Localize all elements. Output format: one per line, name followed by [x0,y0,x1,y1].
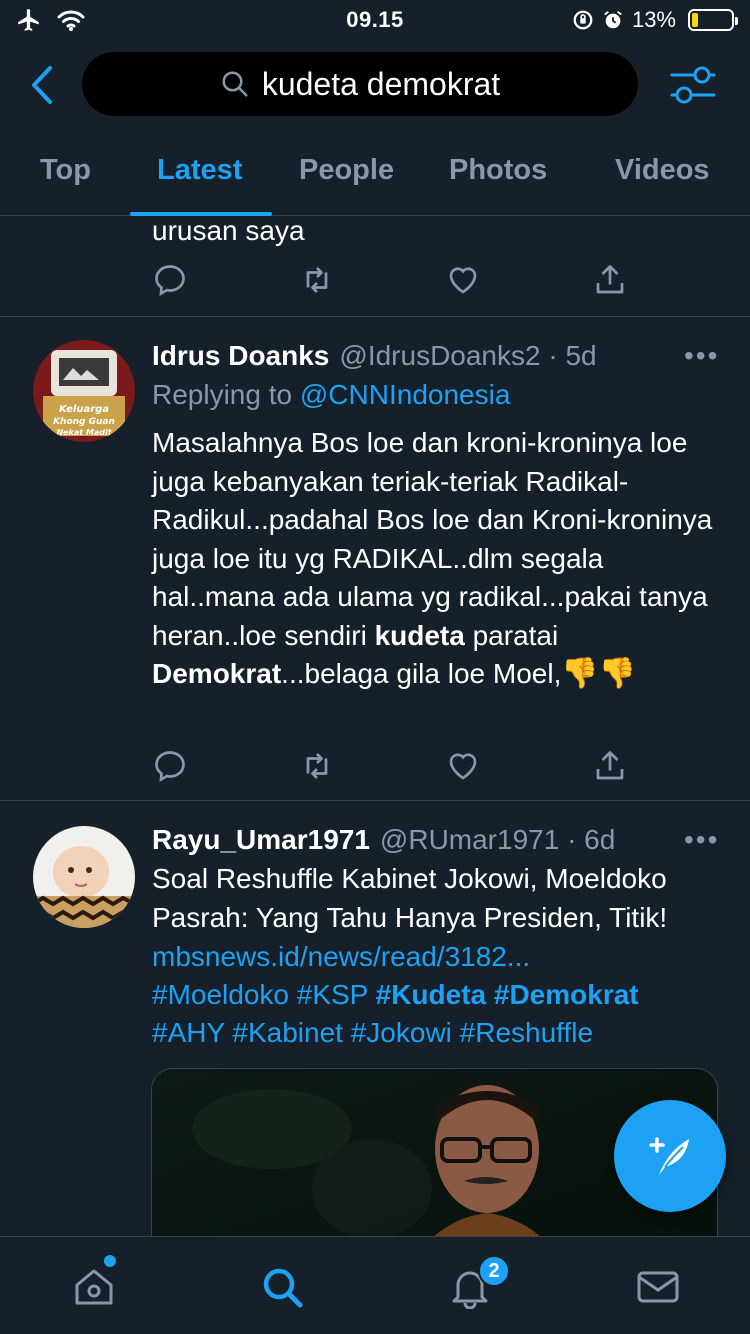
avatar-image [33,826,135,928]
replying-to: Replying to @CNNIndonesia [152,376,510,415]
tweet-header: Rayu_Umar1971 @RUmar1971 · 6d [152,824,615,856]
status-time: 09.15 [346,7,404,32]
home-icon[interactable] [72,1265,116,1309]
svg-text:Keluarga: Keluarga [59,404,109,415]
tweet-feed[interactable]: urusan saya Keluarga Khong Guan Nekat Ma… [0,216,750,1236]
tweet-text-part: Masalahnya Bos loe dan kroni-kroninya lo… [152,427,713,651]
svg-text:Khong Guan: Khong Guan [53,417,115,427]
tweet-text-part: paratai [464,619,559,651]
hashtag-group-bold[interactable]: #Kudeta #Demokrat [376,979,639,1010]
tweet-text: Masalahnya Bos loe dan kroni-kroninya lo… [152,424,720,694]
retweet-icon[interactable] [299,262,335,298]
back-arrow-icon[interactable] [22,62,62,108]
tab-photos[interactable]: Photos [449,154,547,187]
share-icon[interactable] [592,262,628,298]
search-tabs: Top Latest People Photos Videos [0,134,750,216]
handle-and-time: @RUmar1971 · 6d [379,824,616,855]
replying-to-link[interactable]: @CNNIndonesia [300,379,511,410]
reply-icon[interactable] [152,262,188,298]
home-new-indicator [104,1255,116,1267]
like-icon[interactable] [445,262,481,298]
more-options-icon[interactable]: ••• [684,340,719,372]
tweet-header: Idrus Doanks @IdrusDoanks2 · 5d [152,340,597,372]
search-input[interactable]: kudeta demokrat [82,52,638,116]
hashtags-line-2[interactable]: #AHY #Kabinet #Jokowi #Reshuffle [152,1014,593,1053]
hashtags-line-1: #Moeldoko #KSP #Kudeta #Demokrat [152,976,639,1015]
avatar[interactable]: Keluarga Khong Guan Nekat Madit [33,340,135,442]
avatar-image: Keluarga Khong Guan Nekat Madit [33,340,135,442]
handle-and-time: @IdrusDoanks2 · 5d [339,340,597,371]
display-name[interactable]: Idrus Doanks [152,340,329,372]
search-nav-icon[interactable] [260,1265,304,1309]
tweet-text: Soal Reshuffle Kabinet Jokowi, Moeldoko … [152,863,668,933]
highlight-keyword: kudeta [374,619,465,651]
status-bar: 09.15 13% [0,0,750,40]
tweet-text: urusan saya [152,216,305,246]
compose-feather-icon [649,1137,689,1175]
tab-videos[interactable]: Videos [615,154,710,187]
replying-to-label: Replying to [152,379,300,410]
tab-top[interactable]: Top [40,154,91,187]
search-query: kudeta demokrat [261,65,501,102]
battery-icon [688,9,738,31]
reply-icon[interactable] [152,748,188,784]
tweet-link[interactable]: mbsnews.id/news/read/3182... [152,938,530,977]
tweet-text-part: ...belaga gila loe Moel, [281,658,562,689]
svg-text:Nekat Madit: Nekat Madit [56,428,112,437]
messages-mail-icon[interactable] [636,1265,680,1309]
thumbs-down-emoji: 👎👎 [561,657,637,690]
search-icon [222,71,248,97]
hashtag-group[interactable]: #Moeldoko #KSP [152,979,376,1010]
tweet-divider [0,316,750,317]
bottom-navigation: 2 [0,1236,750,1334]
more-options-icon[interactable]: ••• [684,824,719,856]
highlight-keyword: Demokrat [152,658,282,689]
display-name[interactable]: Rayu_Umar1971 [152,824,370,856]
compose-tweet-button[interactable] [614,1100,726,1212]
share-icon[interactable] [592,748,628,784]
notifications-badge: 2 [478,1255,510,1287]
retweet-icon[interactable] [299,748,335,784]
filter-settings-icon[interactable] [668,62,718,108]
tab-latest[interactable]: Latest [157,154,242,187]
avatar[interactable] [33,826,135,928]
like-icon[interactable] [445,748,481,784]
search-header: kudeta demokrat [0,48,750,124]
tweet-divider [0,800,750,801]
tab-people[interactable]: People [299,154,394,187]
